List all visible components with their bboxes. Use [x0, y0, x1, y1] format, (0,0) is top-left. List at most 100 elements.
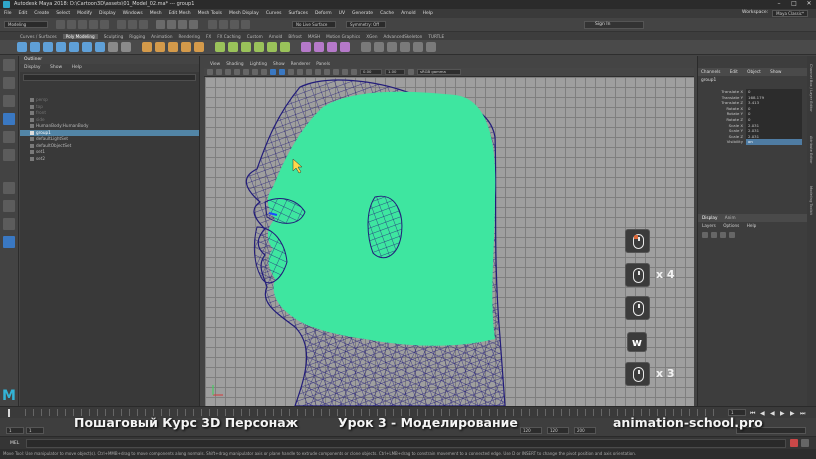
- menu-edit[interactable]: Edit: [19, 11, 28, 16]
- side-tab-modeling-toolkit[interactable]: Modeling Toolkit: [809, 186, 813, 215]
- range-inner-end-field[interactable]: 120: [520, 427, 542, 434]
- menu-display[interactable]: Display: [99, 11, 116, 16]
- menu-mesh-display[interactable]: Mesh Display: [229, 11, 259, 16]
- merge-icon[interactable]: [280, 42, 290, 52]
- layer-menu-help[interactable]: Help: [747, 223, 757, 228]
- new-scene-icon[interactable]: [56, 20, 65, 29]
- film-gate-icon[interactable]: [243, 69, 249, 75]
- wireframe-icon[interactable]: [261, 69, 267, 75]
- channelbox-menu-object[interactable]: Object: [747, 69, 761, 74]
- save-scene-icon[interactable]: [78, 20, 87, 29]
- shelf-tab-bifrost[interactable]: Bifrost: [288, 34, 302, 39]
- menu-set-dropdown[interactable]: Modeling: [4, 21, 48, 28]
- scale-tool-icon[interactable]: [3, 149, 15, 161]
- fill-hole-icon[interactable]: [267, 42, 277, 52]
- extrude-icon[interactable]: [215, 42, 225, 52]
- select-object-icon[interactable]: [128, 20, 137, 29]
- smooth-icon[interactable]: [194, 42, 204, 52]
- bookmark-icon[interactable]: [216, 69, 222, 75]
- planar-map-icon[interactable]: [374, 42, 384, 52]
- snap-point-icon[interactable]: [178, 20, 187, 29]
- side-tab-attribute-editor[interactable]: Attribute Editor: [809, 136, 813, 164]
- menu-modify[interactable]: Modify: [77, 11, 92, 16]
- append-icon[interactable]: [254, 42, 264, 52]
- mel-label[interactable]: MEL: [10, 441, 19, 446]
- snap-surface-icon[interactable]: [189, 20, 198, 29]
- channelbox-menu-show[interactable]: Show: [770, 69, 781, 74]
- channelbox-menu-channels[interactable]: Channels: [701, 69, 720, 74]
- shadows-icon[interactable]: [306, 69, 312, 75]
- step-forward-icon[interactable]: ▶: [790, 410, 795, 417]
- poly-sphere-icon[interactable]: [17, 42, 27, 52]
- channelbox-menu-edit[interactable]: Edit: [730, 69, 738, 74]
- combine-icon[interactable]: [142, 42, 152, 52]
- menu-generate[interactable]: Generate: [352, 11, 373, 16]
- menu-arnold[interactable]: Arnold: [401, 11, 416, 16]
- viewport-menu-view[interactable]: View: [210, 62, 220, 67]
- render-icon[interactable]: [219, 20, 228, 29]
- move-tool-icon[interactable]: [3, 113, 15, 125]
- four-view-icon[interactable]: [3, 200, 15, 212]
- edge-loop-icon[interactable]: [314, 42, 324, 52]
- menu-cache[interactable]: Cache: [380, 11, 394, 16]
- poly-cylinder-icon[interactable]: [43, 42, 53, 52]
- menu-windows[interactable]: Windows: [123, 11, 143, 16]
- far-clip-field[interactable]: 1.00: [385, 69, 405, 75]
- layer-tab-display[interactable]: Display: [702, 215, 717, 220]
- super-shape-icon[interactable]: [121, 42, 131, 52]
- open-scene-icon[interactable]: [67, 20, 76, 29]
- shelf-tab-animation[interactable]: Animation: [151, 34, 172, 39]
- viewport-menu-show[interactable]: Show: [273, 62, 285, 67]
- live-surface-field[interactable]: No Live Surface: [292, 21, 336, 28]
- shelf-tab-fx-caching[interactable]: FX Caching: [217, 34, 241, 39]
- textured-icon[interactable]: [288, 69, 294, 75]
- color-space-dropdown[interactable]: sRGB gamma: [417, 69, 461, 75]
- viewport-menu-panels[interactable]: Panels: [316, 62, 330, 67]
- menu-uv[interactable]: UV: [339, 11, 345, 16]
- shelf-tab-fx[interactable]: FX: [206, 34, 211, 39]
- image-plane-icon[interactable]: [225, 69, 231, 75]
- menu-curves[interactable]: Curves: [266, 11, 282, 16]
- poly-cone-icon[interactable]: [56, 42, 66, 52]
- command-input[interactable]: [26, 439, 786, 448]
- delete-history-icon[interactable]: [426, 42, 436, 52]
- paint-select-tool-icon[interactable]: [3, 95, 15, 107]
- range-start-field[interactable]: 1: [6, 427, 24, 434]
- uv-editor-icon[interactable]: [361, 42, 371, 52]
- shelf-tab-mash[interactable]: MASH: [308, 34, 320, 39]
- poly-plane-icon[interactable]: [82, 42, 92, 52]
- boolean-icon[interactable]: [168, 42, 178, 52]
- wireframe-on-shaded-icon[interactable]: [279, 69, 285, 75]
- shelf-tab-advanced-skeleton[interactable]: AdvancedSkeleton: [384, 34, 423, 39]
- layer-menu-layers[interactable]: Layers: [702, 223, 716, 228]
- sign-in-button[interactable]: Sign In: [584, 21, 644, 29]
- close-button[interactable]: ✕: [802, 0, 816, 7]
- shelf-tab-xgen[interactable]: XGen: [366, 34, 377, 39]
- menu-help[interactable]: Help: [423, 11, 433, 16]
- go-end-icon[interactable]: ⏭: [800, 410, 805, 418]
- outliner-menu-display[interactable]: Display: [24, 65, 41, 70]
- current-time-marker[interactable]: [8, 409, 10, 417]
- layer-tab-anim[interactable]: Anim: [725, 215, 736, 220]
- menu-edit-mesh[interactable]: Edit Mesh: [169, 11, 191, 16]
- ipr-render-icon[interactable]: [230, 20, 239, 29]
- shelf-tab-turtle[interactable]: TURTLE: [428, 34, 444, 39]
- playback-end-field[interactable]: 200: [574, 427, 596, 434]
- play-forward-icon[interactable]: ▶: [780, 410, 785, 417]
- side-tab-channel-box[interactable]: Channel Box / Layer Editor: [809, 64, 813, 112]
- undo-icon[interactable]: [89, 20, 98, 29]
- outliner-menu-help[interactable]: Help: [72, 65, 82, 70]
- isolate-select-icon[interactable]: [351, 69, 357, 75]
- rotate-tool-icon[interactable]: [3, 131, 15, 143]
- single-view-icon[interactable]: [3, 182, 15, 194]
- render-settings-icon[interactable]: [241, 20, 250, 29]
- center-pivot-icon[interactable]: [400, 42, 410, 52]
- minimize-button[interactable]: –: [772, 0, 786, 7]
- menu-file[interactable]: File: [4, 11, 12, 16]
- snap-grid-icon[interactable]: [156, 20, 165, 29]
- outliner-search-input[interactable]: [23, 74, 196, 81]
- channel-row-visibility[interactable]: Visibility on: [698, 139, 807, 145]
- layer-menu-options[interactable]: Options: [723, 223, 739, 228]
- redo-icon[interactable]: [100, 20, 109, 29]
- freeze-transform-icon[interactable]: [413, 42, 423, 52]
